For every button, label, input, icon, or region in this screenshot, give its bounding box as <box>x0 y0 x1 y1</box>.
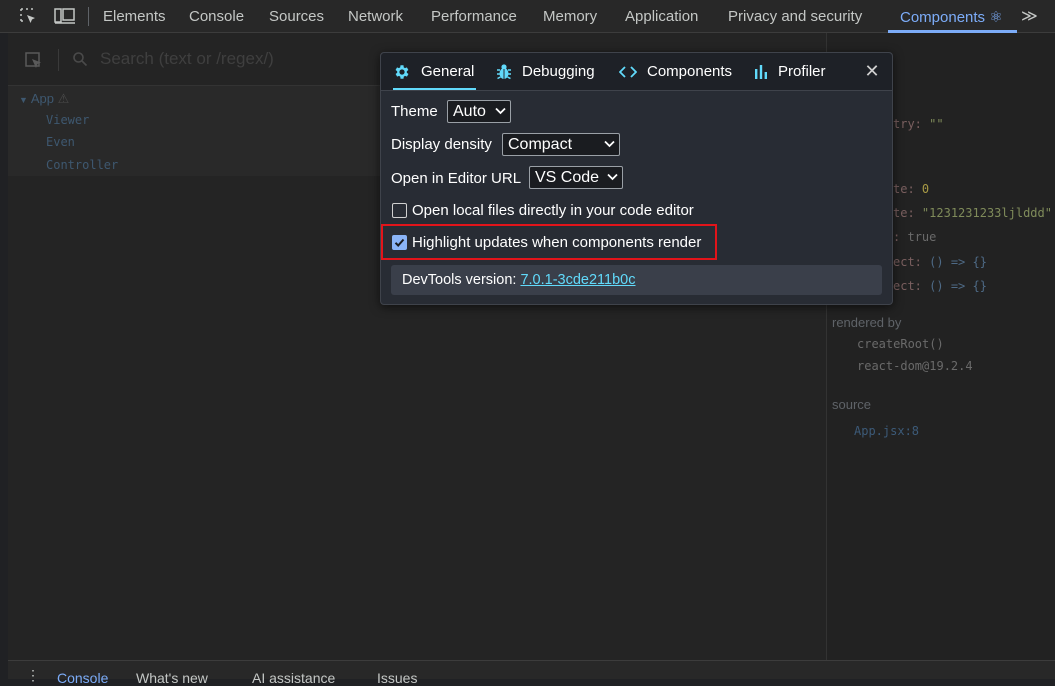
tab-debugging[interactable]: Debugging <box>496 53 595 90</box>
tab-sources[interactable]: Sources <box>269 8 324 25</box>
select-element-icon[interactable] <box>25 52 43 70</box>
more-tabs-icon[interactable]: ≫ <box>1021 6 1038 26</box>
open-local-files-label[interactable]: Open local files directly in your code e… <box>412 202 694 219</box>
gear-icon <box>395 64 409 79</box>
hook-row: te: "1231231233ljlddd" <box>893 206 1052 220</box>
source-label: source <box>832 397 872 412</box>
drawer-tab-ai-assistance[interactable]: AI assistance <box>252 670 335 686</box>
bar-chart-icon <box>755 64 767 79</box>
density-select[interactable]: Compact <box>502 133 620 156</box>
tree-node-even[interactable]: Even <box>46 135 75 149</box>
settings-modal: General Debugging Components Profiler ✕ … <box>380 52 893 305</box>
editor-url-select[interactable]: VS Code <box>529 166 623 189</box>
tab-console[interactable]: Console <box>189 8 244 25</box>
tab-components-settings[interactable]: Components <box>619 53 732 90</box>
bottom-drawer: ⋮ Console What's new AI assistance Issue… <box>8 660 1055 686</box>
tab-memory[interactable]: Memory <box>543 8 597 25</box>
chevron-down-icon <box>604 140 615 148</box>
search-divider <box>58 49 59 71</box>
tab-profiler[interactable]: Profiler <box>754 53 826 90</box>
active-tab-underline <box>393 88 477 90</box>
settings-tab-bar: General Debugging Components Profiler ✕ <box>381 53 892 91</box>
tab-elements[interactable]: Elements <box>103 8 166 25</box>
theme-select-value: Auto <box>453 103 486 120</box>
search-input[interactable]: Search (text or /regex/) <box>100 49 274 69</box>
close-icon[interactable]: ✕ <box>863 62 881 80</box>
tab-application[interactable]: Application <box>625 8 698 25</box>
open-local-files-checkbox[interactable] <box>392 203 407 218</box>
hook-row: ect: () => {} <box>893 255 987 269</box>
devtools-version-box: DevTools version: 7.0.1-3cde211b0c <box>391 265 882 295</box>
drawer-tab-whats-new[interactable]: What's new <box>136 670 208 686</box>
tree-node-app[interactable]: ▼ App ⚠ <box>19 91 69 107</box>
prop-row: try: "" <box>893 117 944 131</box>
tab-privacy-and-security[interactable]: Privacy and security <box>728 8 862 25</box>
hook-row: ect: () => {} <box>893 279 987 293</box>
source-link[interactable]: App.jsx:8 <box>854 424 919 438</box>
tab-components[interactable]: Components ⚛ <box>900 8 1003 26</box>
tab-components-label: Components <box>647 63 733 80</box>
tree-node-viewer[interactable]: Viewer <box>46 113 89 127</box>
editor-url-label: Open in Editor URL <box>391 170 522 187</box>
expand-arrow-icon: ▼ <box>19 95 28 105</box>
annotation-highlight-box <box>381 224 717 260</box>
tab-debugging-label: Debugging <box>522 63 595 80</box>
tab-general-label: General <box>421 63 475 80</box>
theme-select[interactable]: Auto <box>447 100 511 123</box>
tab-general[interactable]: General <box>393 53 477 90</box>
chevron-down-icon <box>495 107 506 115</box>
rendered-by-item: react-dom@19.2.4 <box>857 359 973 373</box>
chevron-down-icon <box>607 173 618 181</box>
bug-icon <box>497 63 511 79</box>
hook-row: te: 0 <box>893 182 930 196</box>
inspect-element-icon[interactable] <box>19 7 37 25</box>
drawer-tab-console[interactable]: Console <box>57 670 108 686</box>
drawer-menu-icon[interactable]: ⋮ <box>26 667 40 684</box>
tree-node-label: App <box>30 91 54 106</box>
code-brackets-icon <box>619 65 637 78</box>
rendered-by-label: rendered by <box>832 315 902 330</box>
rendered-by-item: createRoot() <box>857 337 944 351</box>
editor-url-select-value: VS Code <box>535 169 600 186</box>
search-icon <box>72 51 88 67</box>
device-toolbar-icon[interactable] <box>54 7 75 25</box>
hook-row: : true <box>893 230 937 244</box>
density-select-value: Compact <box>508 136 573 153</box>
version-label: DevTools version: <box>402 272 521 288</box>
toolbar-divider <box>88 7 89 26</box>
drawer-tab-issues[interactable]: Issues <box>377 670 417 686</box>
tree-node-controller[interactable]: Controller <box>46 158 118 172</box>
density-label: Display density <box>391 136 492 153</box>
version-text: DevTools version: 7.0.1-3cde211b0c <box>402 272 636 288</box>
warning-icon: ⚠ <box>57 91 70 106</box>
tab-profiler-label: Profiler <box>778 63 826 80</box>
devtools-tab-bar: Elements Console Sources Network Perform… <box>0 0 1055 33</box>
tab-performance[interactable]: Performance <box>431 8 517 25</box>
theme-label: Theme <box>391 103 438 120</box>
tab-network[interactable]: Network <box>348 8 403 25</box>
version-link[interactable]: 7.0.1-3cde211b0c <box>520 272 635 288</box>
